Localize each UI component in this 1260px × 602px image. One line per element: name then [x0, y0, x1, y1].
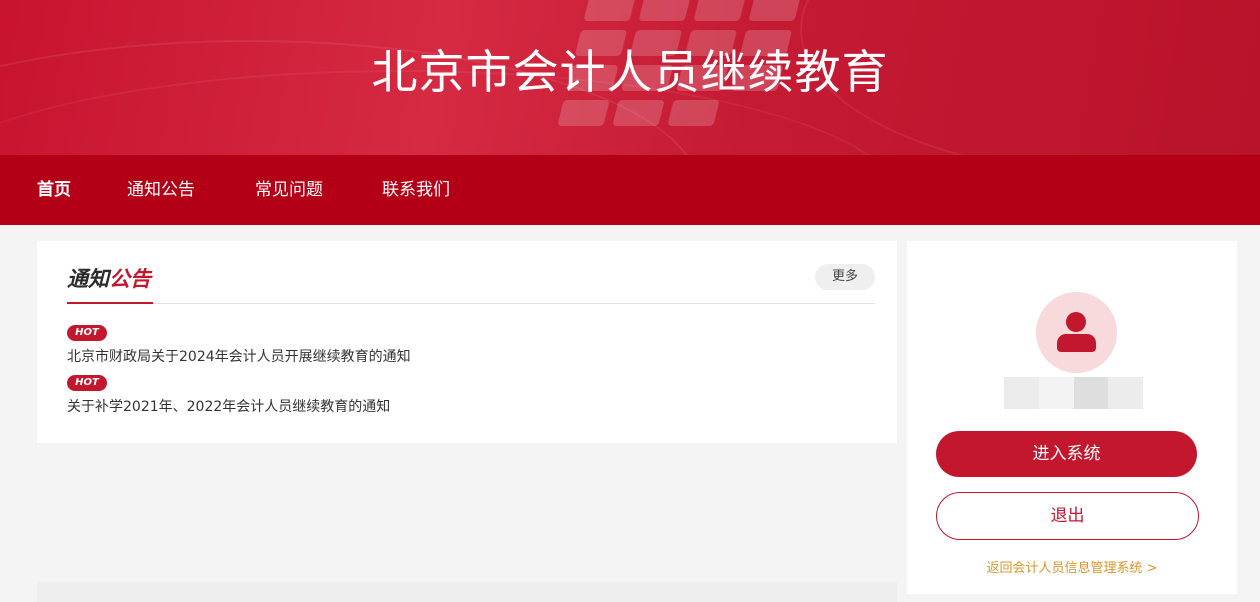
footer-strip	[37, 582, 897, 602]
return-to-management-link[interactable]: 返回会计人员信息管理系统 >	[907, 557, 1237, 576]
user-icon	[1036, 292, 1117, 373]
hot-badge: HOT	[67, 375, 107, 391]
notice-title-part2: 公告	[109, 267, 151, 291]
nav-item-home[interactable]: 首页	[37, 155, 71, 225]
nav-item-contact[interactable]: 联系我们	[382, 155, 450, 225]
hot-badge: HOT	[67, 325, 107, 341]
username-placeholder	[1004, 377, 1143, 409]
notice-link[interactable]: 关于补学2021年、2022年会计人员继续教育的通知	[67, 396, 867, 416]
nav-item-notices[interactable]: 通知公告	[127, 155, 195, 225]
nav-item-faq[interactable]: 常见问题	[255, 155, 323, 225]
site-title: 北京市会计人员继续教育	[371, 45, 889, 99]
notice-panel-header: 通知公告 更多	[67, 261, 875, 304]
header-banner: 北京市会计人员继续教育	[0, 0, 1260, 155]
more-button[interactable]: 更多	[815, 264, 875, 290]
logout-button[interactable]: 退出	[936, 492, 1199, 540]
notice-panel-title: 通知公告	[67, 263, 153, 304]
enter-system-button[interactable]: 进入系统	[936, 431, 1197, 477]
main-nav: 首页 通知公告 常见问题 联系我们	[0, 155, 1260, 225]
notice-list-item: HOT 关于补学2021年、2022年会计人员继续教育的通知	[67, 370, 867, 416]
user-card: 进入系统 退出 返回会计人员信息管理系统 >	[907, 241, 1237, 594]
notice-list-item: HOT 北京市财政局关于2024年会计人员开展继续教育的通知	[67, 320, 867, 366]
notice-title-part1: 通知	[67, 267, 109, 291]
notice-panel: 通知公告 更多 HOT 北京市财政局关于2024年会计人员开展继续教育的通知 H…	[37, 241, 897, 443]
notice-link[interactable]: 北京市财政局关于2024年会计人员开展继续教育的通知	[67, 346, 867, 366]
